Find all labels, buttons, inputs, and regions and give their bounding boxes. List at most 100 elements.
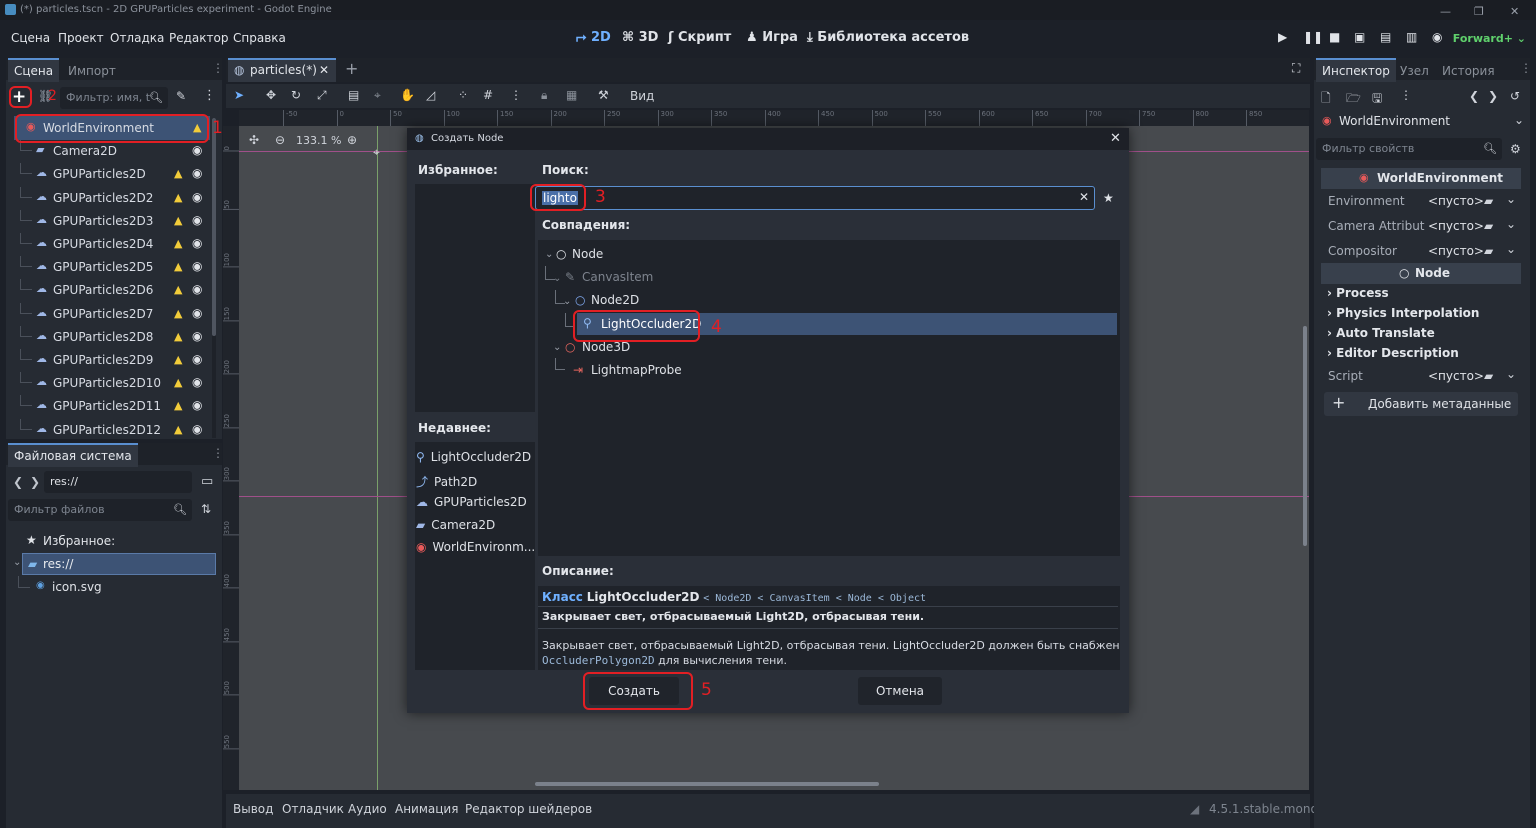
folder-icon[interactable]: ▰ bbox=[1484, 244, 1493, 258]
match-node[interactable]: Node bbox=[572, 247, 603, 267]
scene-tab-particles[interactable]: ◍ particles(*) ✕ bbox=[228, 58, 336, 82]
property-options-icon[interactable]: ⚙ bbox=[1510, 142, 1521, 156]
desc-inheritance[interactable]: < Node2D < CanvasItem < Node < Object bbox=[703, 593, 926, 604]
scene-tree-item[interactable]: ☁ GPUParticles2D12 ▲ ◉ bbox=[14, 418, 210, 441]
prop-value[interactable]: <пусто> bbox=[1428, 219, 1484, 233]
inspector-section[interactable]: › Physics Interpolation bbox=[1327, 306, 1479, 320]
chevron-down-icon[interactable]: ⌄ bbox=[1506, 192, 1516, 206]
tab-import[interactable]: Импорт bbox=[62, 60, 122, 82]
menu-help[interactable]: Справка bbox=[233, 31, 286, 45]
menu-editor[interactable]: Редактор bbox=[169, 31, 228, 45]
tab-history[interactable]: История bbox=[1436, 60, 1501, 82]
forward-icon[interactable]: ❯ bbox=[30, 475, 40, 489]
play-icon[interactable]: ▶ bbox=[1278, 30, 1287, 44]
bone-icon[interactable]: ⚒ bbox=[598, 88, 609, 102]
scene-tree-item[interactable]: ☁ GPUParticles2D8 ▲ ◉ bbox=[14, 325, 210, 348]
group-icon[interactable]: ▦ bbox=[566, 88, 577, 102]
attach-script-icon[interactable]: ✎ bbox=[176, 89, 186, 103]
chevron-down-icon[interactable]: ⌄ bbox=[553, 273, 561, 284]
recent-item[interactable]: ▰ Camera2D bbox=[416, 518, 495, 532]
move-mode-icon[interactable]: ✥ bbox=[266, 88, 276, 102]
match-lightmapprobe[interactable]: LightmapProbe bbox=[591, 363, 682, 383]
dock-menu-icon[interactable]: ⋮ bbox=[1520, 61, 1532, 75]
new-resource-icon[interactable]: 🗋 bbox=[1321, 89, 1331, 110]
sort-icon[interactable]: ⇅ bbox=[201, 502, 211, 516]
warning-icon[interactable]: ▲ bbox=[174, 214, 182, 227]
object-history-icon[interactable]: ↺ bbox=[1510, 89, 1520, 103]
history-back-icon[interactable]: ❮ bbox=[1469, 89, 1479, 103]
warning-icon[interactable]: ▲ bbox=[174, 330, 182, 343]
match-node3d[interactable]: Node3D bbox=[582, 340, 630, 360]
scene-tree-item[interactable]: ☁ GPUParticles2D6 ▲ ◉ bbox=[14, 279, 210, 301]
clear-search-icon[interactable]: ✕ bbox=[1079, 190, 1089, 204]
recent-item[interactable]: ⤴ Path2D bbox=[416, 473, 477, 490]
workspace-game-button[interactable]: ♟ Игра bbox=[746, 30, 798, 45]
scale-mode-icon[interactable]: ⤢ bbox=[317, 88, 327, 103]
inspector-section[interactable]: › Process bbox=[1327, 286, 1389, 300]
restore-icon[interactable]: ❐ bbox=[1474, 2, 1484, 22]
scene-tree-item[interactable]: ☁ GPUParticles2D11 ▲ ◉ bbox=[14, 395, 210, 417]
menu-debug[interactable]: Отладка bbox=[110, 31, 164, 45]
pivot-icon[interactable]: ⌖ bbox=[374, 88, 381, 103]
tab-shader-editor[interactable]: Редактор шейдеров bbox=[465, 802, 592, 816]
stop-icon[interactable]: ■ bbox=[1329, 30, 1340, 44]
pan-mode-icon[interactable]: ✋ bbox=[400, 88, 415, 102]
visibility-eye-icon[interactable]: ◉ bbox=[192, 329, 202, 343]
tab-filesystem[interactable]: Файловая система bbox=[8, 443, 138, 467]
view-menu[interactable]: Вид bbox=[630, 89, 654, 103]
desc-code-link[interactable]: OccluderPolygon2D bbox=[542, 654, 655, 667]
visibility-eye-icon[interactable]: ◉ bbox=[192, 422, 202, 436]
chevron-down-icon[interactable]: ⌄ bbox=[553, 342, 561, 353]
prop-script-value[interactable]: <пусто> bbox=[1428, 369, 1484, 383]
workspace-2d-button[interactable]: ⮣ 2D bbox=[576, 30, 611, 45]
play-custom-icon[interactable]: ▥ bbox=[1406, 30, 1417, 44]
recent-item[interactable]: ◉ WorldEnvironm... bbox=[416, 540, 535, 554]
warning-icon[interactable]: ▲ bbox=[174, 191, 182, 204]
tab-animation[interactable]: Анимация bbox=[395, 802, 458, 816]
add-tab-icon[interactable]: + bbox=[345, 59, 358, 78]
warning-icon[interactable]: ▲ bbox=[174, 237, 182, 250]
search-input[interactable]: lighto ✕ bbox=[535, 186, 1095, 210]
scene-options-icon[interactable]: ⋮ bbox=[203, 88, 216, 103]
chevron-down-icon[interactable]: ⌄ bbox=[1506, 367, 1516, 381]
tab-audio[interactable]: Аудио bbox=[348, 802, 387, 816]
chevron-down-icon[interactable]: ⌄ bbox=[563, 296, 571, 307]
minimize-icon[interactable]: — bbox=[1440, 2, 1451, 22]
tab-debugger[interactable]: Отладчик bbox=[282, 802, 344, 816]
v-scrollbar-thumb[interactable] bbox=[1303, 326, 1307, 546]
zoom-out-icon[interactable]: ⊖ bbox=[275, 133, 285, 147]
warning-icon[interactable]: ▲ bbox=[174, 399, 182, 412]
scene-tree-item[interactable]: ☁ GPUParticles2D5 ▲ ◉ bbox=[14, 256, 210, 278]
folder-icon[interactable]: ▰ bbox=[1484, 369, 1493, 383]
visibility-eye-icon[interactable]: ◉ bbox=[192, 236, 202, 250]
prop-value[interactable]: <пусто> bbox=[1428, 244, 1484, 258]
visibility-eye-icon[interactable]: ◉ bbox=[192, 375, 202, 389]
close-window-icon[interactable]: ✕ bbox=[1510, 2, 1519, 22]
tab-node[interactable]: Узел bbox=[1394, 60, 1435, 82]
zoom-level[interactable]: 133.1 % bbox=[296, 134, 341, 147]
recent-item[interactable]: ⚲ LightOccluder2D bbox=[416, 450, 531, 464]
scene-tree-item[interactable]: ☁ GPUParticles2D9 ▲ ◉ bbox=[14, 349, 210, 371]
ruler-mode-icon[interactable]: ◿ bbox=[426, 88, 435, 102]
visibility-eye-icon[interactable]: ◉ bbox=[192, 306, 202, 320]
inspector-section[interactable]: › Editor Description bbox=[1327, 346, 1459, 360]
warning-icon[interactable]: ▲ bbox=[174, 307, 182, 320]
visibility-eye-icon[interactable]: ◉ bbox=[192, 213, 202, 227]
menu-project[interactable]: Проект bbox=[58, 31, 104, 45]
scrollbar-thumb[interactable] bbox=[535, 782, 879, 786]
visibility-eye-icon[interactable]: ◉ bbox=[192, 190, 202, 204]
favorites-list[interactable] bbox=[415, 184, 535, 412]
tab-scene[interactable]: Сцена bbox=[8, 58, 60, 82]
snap-options-icon[interactable]: ⋮ bbox=[510, 88, 522, 102]
visibility-eye-icon[interactable]: ◉ bbox=[192, 398, 202, 412]
menu-scene[interactable]: Сцена bbox=[11, 31, 50, 45]
chevron-down-icon[interactable]: ⌄ bbox=[1506, 242, 1516, 256]
scene-tree-item[interactable]: ☁ GPUParticles2D3 ▲ ◉ bbox=[14, 209, 210, 232]
history-forward-icon[interactable]: ❯ bbox=[1488, 89, 1498, 103]
file-filter-input[interactable]: Фильтр файлов 🔍︎ bbox=[8, 499, 192, 521]
property-filter-input[interactable]: Фильтр свойств 🔍︎ bbox=[1316, 138, 1502, 160]
h-scrollbar[interactable] bbox=[239, 778, 1309, 790]
scene-filter-input[interactable]: Фильтр: имя, t 🔍︎ bbox=[60, 87, 168, 109]
scene-tree-scrollbar[interactable] bbox=[212, 118, 216, 438]
scene-tree-item[interactable]: ▰ Camera2D ◉ bbox=[14, 140, 210, 162]
